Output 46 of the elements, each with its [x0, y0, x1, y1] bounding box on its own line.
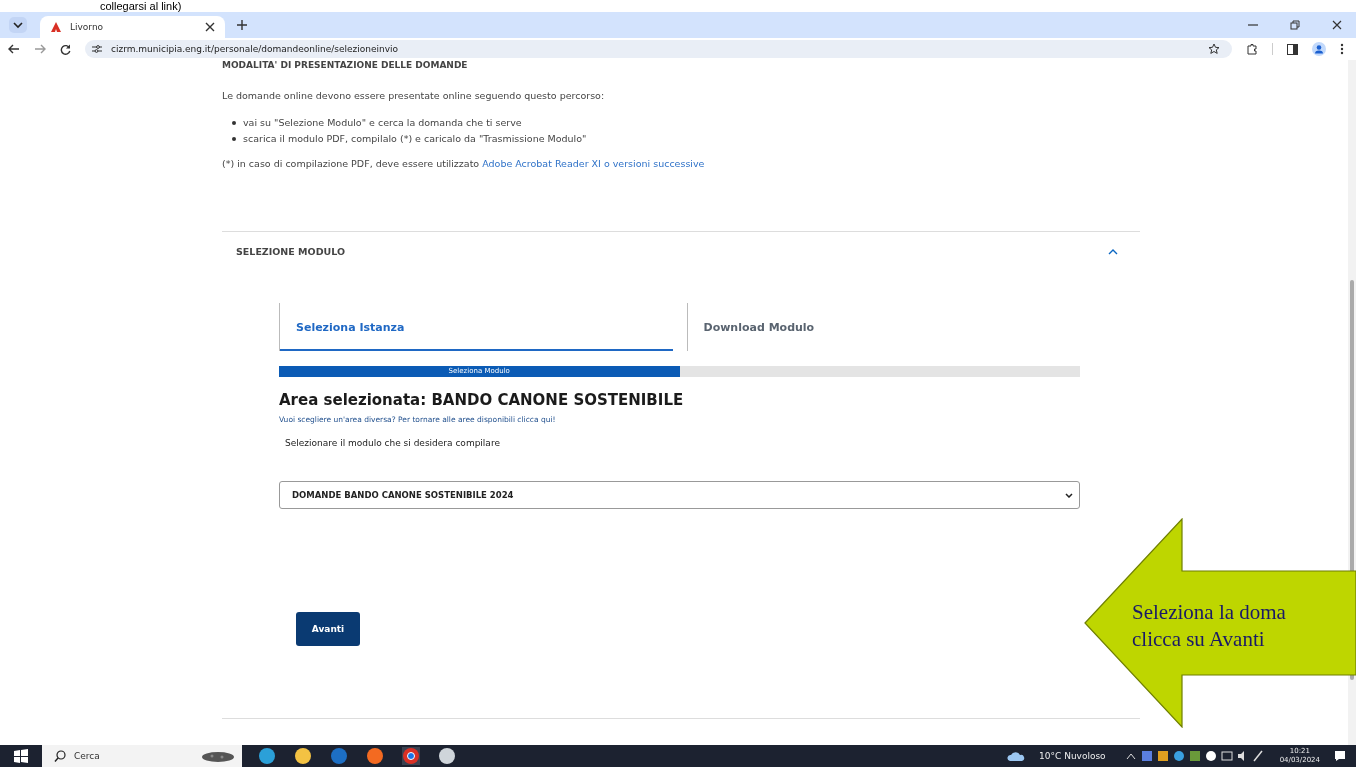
accordion-title: SELEZIONE MODULO [236, 246, 346, 257]
caret-icon [1065, 492, 1073, 498]
module-dropdown[interactable]: DOMANDE BANDO CANONE SOSTENIBILE 2024 [279, 481, 1080, 509]
reload-icon[interactable] [60, 43, 71, 55]
taskbar-search[interactable]: Cerca [42, 745, 242, 767]
side-panel-icon[interactable] [1287, 43, 1298, 55]
chrome-circle-icon[interactable] [402, 747, 420, 765]
step-tab[interactable]: Download Modulo [686, 303, 1080, 351]
profile-avatar-icon[interactable] [1312, 42, 1326, 56]
plus-icon[interactable] [237, 20, 247, 30]
intro-text: Le domande online devono essere presentate online seguendo questo percorso: [222, 90, 606, 101]
note-text: (*) in caso di compilazione PDF, deve essere utilizzato Adobe Acrobat Reader XI o versioni successive [222, 158, 706, 169]
tab-list-icon[interactable] [8, 16, 28, 34]
document-caption: collegarsi al link) [100, 0, 182, 12]
restore-icon[interactable] [1290, 20, 1300, 30]
next-button[interactable]: Avanti [296, 612, 360, 646]
acrobat-link[interactable]: Adobe Acrobat Reader XI o versioni successive [482, 158, 705, 169]
notification-icon[interactable] [1334, 750, 1346, 762]
close-icon[interactable] [1332, 20, 1342, 30]
close-icon[interactable] [205, 22, 215, 32]
bullet-icon [232, 120, 236, 125]
area-title: Area selezionata: BANDO CANONE SOSTENIBILE [279, 391, 685, 409]
tray-icons-drawing[interactable] [1125, 750, 1266, 762]
cloud-icon [1007, 751, 1026, 761]
bullet-text: scarica il modulo PDF, compilalo (*) e caricalo da "Trasmissione Modulo" [243, 133, 587, 144]
address-bar[interactable]: cizrm.municipia.eng.it/personale/domandeonline/selezioneinvio [85, 40, 1232, 58]
weather-text[interactable]: 10°C Nuvoloso [1039, 751, 1106, 761]
bullet-text: vai su "Selezione Modulo" e cerca la domanda che ti serve [243, 117, 522, 128]
windows-start-icon[interactable] [14, 749, 28, 763]
more-menu-icon[interactable] [1340, 43, 1344, 55]
back-arrow-icon[interactable] [8, 44, 20, 54]
section-heading: MODALITA' DI PRESENTAZIONE DELLE DOMANDE [222, 60, 469, 70]
browser-tab[interactable]: Livorno [40, 16, 225, 38]
step-tab[interactable]: Seleziona Istanza [279, 303, 673, 351]
bullet-icon [232, 136, 236, 141]
site-settings-icon[interactable] [91, 44, 103, 54]
forward-arrow-icon[interactable] [34, 44, 46, 54]
accordion-header[interactable]: SELEZIONE MODULO [222, 232, 1140, 257]
callout-text: Seleziona la doma clicca su Avanti [1132, 599, 1286, 653]
puzzle-piece-icon[interactable] [1246, 43, 1258, 55]
tab-title: Livorno [70, 22, 105, 32]
star-icon[interactable] [1208, 43, 1220, 55]
select-label: Selezionare il modulo che si desidera compilare [285, 438, 501, 448]
url-text: cizrm.municipia.eng.it/personale/domandeonline/selezioneinvio [111, 44, 399, 54]
chevron-up-icon[interactable] [1108, 248, 1118, 255]
search-icon [54, 750, 66, 762]
